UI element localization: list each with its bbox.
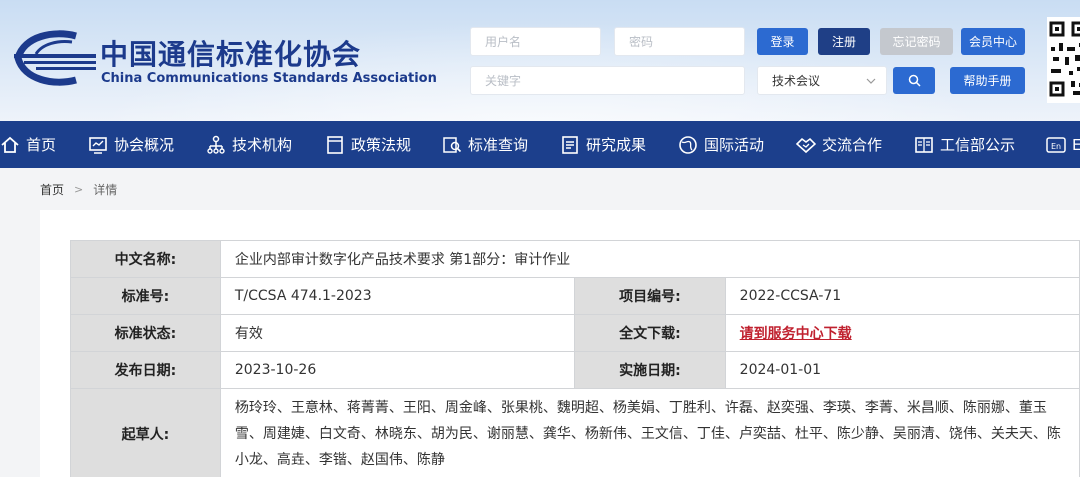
forgot-password-button[interactable]: 忘记密码 <box>880 28 953 55</box>
breadcrumb-current: 详情 <box>93 183 118 197</box>
impl-date-label: 实施日期: <box>574 351 726 389</box>
nav-item-standard-query[interactable]: 标准查询 <box>442 121 528 168</box>
login-button[interactable]: 登录 <box>757 28 808 55</box>
globe-icon <box>679 135 697 154</box>
report-icon <box>562 135 578 154</box>
help-manual-button[interactable]: 帮助手册 <box>950 67 1025 94</box>
nav-label-international: 国际活动 <box>704 136 765 154</box>
status-label: 标准状态: <box>70 314 221 352</box>
chevron-down-icon <box>866 78 876 84</box>
org-name-cn: 中国通信标准化协会 <box>100 38 362 71</box>
table-row: 标准号: T/CCSA 474.1-2023 项目编号: 2022-CCSA-7… <box>70 277 1080 315</box>
nav-label-exchange: 交流合作 <box>822 136 883 154</box>
search-doc-icon <box>443 136 462 153</box>
username-input[interactable] <box>470 27 601 56</box>
main-nav: 首页 协会概况 技术机构 政策法规 标准查询 研究成果 国际活动 交流合作 工信… <box>0 121 1080 168</box>
drafters-label: 起草人: <box>70 388 221 477</box>
table-row: 标准状态: 有效 全文下载: 请到服务中心下载 <box>70 314 1080 352</box>
table-row: 发布日期: 2023-10-26 实施日期: 2024-01-01 <box>70 351 1080 389</box>
site-header: 中国通信标准化协会 China Communications Standards… <box>0 0 1080 121</box>
breadcrumb-home[interactable]: 首页 <box>40 181 64 198</box>
nav-item-international[interactable]: 国际活动 <box>678 121 764 168</box>
nav-item-research[interactable]: 研究成果 <box>560 121 646 168</box>
nav-label-miit-notice: 工信部公示 <box>940 136 1016 154</box>
search-category-select[interactable]: 技术会议 <box>757 66 887 95</box>
drafters-value: 杨玲玲、王意林、蒋菁菁、王阳、周金峰、张果桃、魏明超、杨美娟、丁胜利、许磊、赵奕… <box>219 388 1080 477</box>
member-center-button[interactable]: 会员中心 <box>961 28 1025 55</box>
nav-label-english: En <box>1072 135 1080 154</box>
project-no-label: 项目编号: <box>574 277 726 315</box>
document-icon <box>327 135 343 154</box>
nav-item-home[interactable]: 首页 <box>0 121 56 168</box>
language-icon: En <box>1046 136 1066 153</box>
ccsa-logo-icon <box>14 30 96 86</box>
status-value: 有效 <box>219 314 576 352</box>
download-link[interactable]: 请到服务中心下载 <box>740 326 852 342</box>
breadcrumb: 首页 > 详情 <box>40 181 117 198</box>
nav-item-tech-org[interactable]: 技术机构 <box>206 121 292 168</box>
chevron-right-icon: > <box>74 183 84 196</box>
nav-label-standard-query: 标准查询 <box>468 136 529 154</box>
nav-label-research: 研究成果 <box>586 136 647 154</box>
org-name-en: China Communications Standards Associati… <box>101 71 437 86</box>
password-input[interactable] <box>614 27 745 56</box>
nav-item-policy[interactable]: 政策法规 <box>325 121 411 168</box>
table-row: 中文名称: 企业内部审计数字化产品技术要求 第1部分：审计作业 <box>70 240 1080 278</box>
cn-name-value: 企业内部审计数字化产品技术要求 第1部分：审计作业 <box>219 240 1080 278</box>
monitor-icon <box>89 136 107 154</box>
nav-item-miit-notice[interactable]: 工信部公示 <box>914 121 1015 168</box>
org-chart-icon <box>207 135 225 154</box>
nav-item-english[interactable]: En En <box>1046 121 1080 168</box>
nav-label-policy: 政策法规 <box>351 136 412 154</box>
book-icon <box>915 136 933 153</box>
search-button[interactable] <box>893 67 935 94</box>
std-no-label: 标准号: <box>70 277 221 315</box>
project-no-value: 2022-CCSA-71 <box>724 277 1080 315</box>
qr-code-icon <box>1047 17 1080 103</box>
nav-label-about: 协会概况 <box>114 136 175 154</box>
handshake-icon <box>796 137 816 153</box>
standard-detail-table: 中文名称: 企业内部审计数字化产品技术要求 第1部分：审计作业 标准号: T/C… <box>70 240 1080 477</box>
publish-date-value: 2023-10-26 <box>219 351 576 389</box>
std-no-value: T/CCSA 474.1-2023 <box>219 277 576 315</box>
search-category-value: 技术会议 <box>772 74 821 88</box>
publish-date-label: 发布日期: <box>70 351 221 389</box>
nav-item-exchange[interactable]: 交流合作 <box>796 121 882 168</box>
download-label: 全文下载: <box>574 314 726 352</box>
cn-name-label: 中文名称: <box>70 240 221 278</box>
nav-label-home: 首页 <box>26 136 57 154</box>
impl-date-value: 2024-01-01 <box>724 351 1080 389</box>
table-row: 起草人: 杨玲玲、王意林、蒋菁菁、王阳、周金峰、张果桃、魏明超、杨美娟、丁胜利、… <box>70 388 1080 477</box>
nav-label-tech-org: 技术机构 <box>232 136 293 154</box>
download-cell: 请到服务中心下载 <box>724 314 1080 352</box>
keyword-search-input[interactable] <box>470 66 745 95</box>
nav-item-about[interactable]: 协会概况 <box>88 121 174 168</box>
svg-text:En: En <box>1051 142 1061 151</box>
home-icon <box>1 136 19 153</box>
search-icon <box>908 74 921 87</box>
register-button[interactable]: 注册 <box>818 28 870 55</box>
